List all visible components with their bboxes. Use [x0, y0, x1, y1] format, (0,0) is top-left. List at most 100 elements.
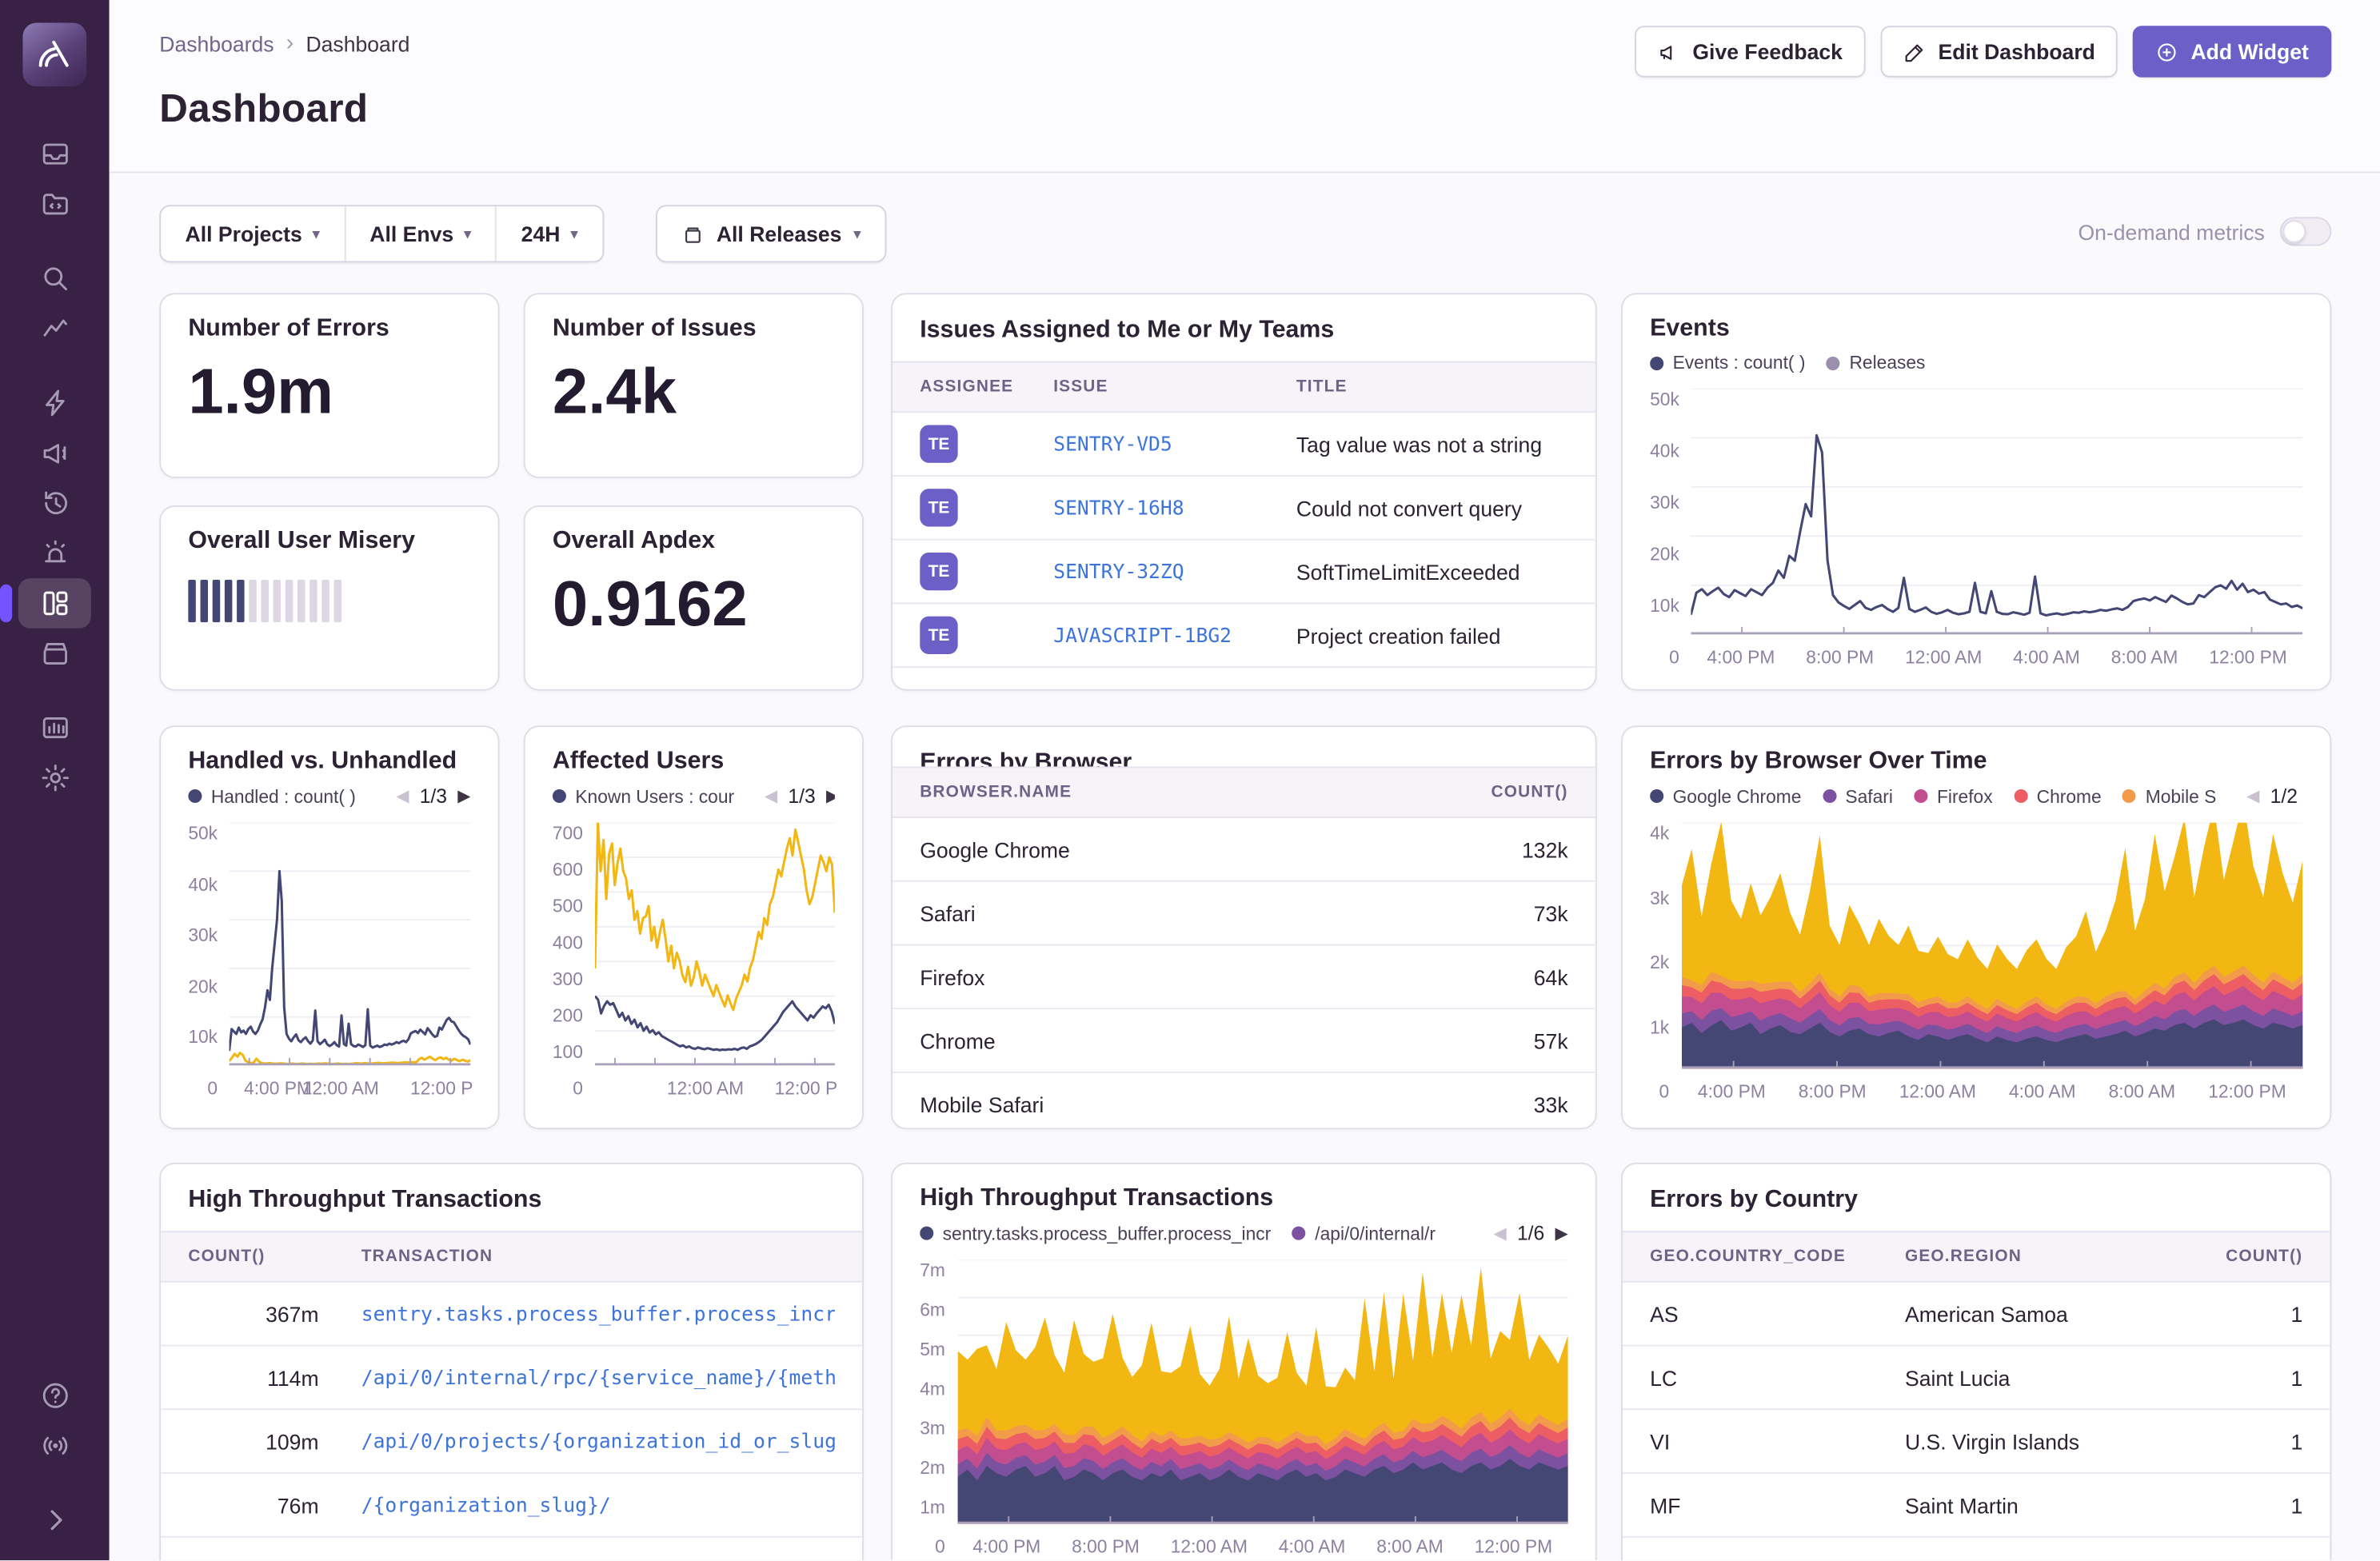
widget-high-throughput-table[interactable]: High Throughput Transactions COUNT()TRAN…: [159, 1163, 864, 1560]
widget-apdex[interactable]: Overall Apdex 0.9162: [524, 505, 864, 691]
add-widget-button[interactable]: Add Widget: [2133, 26, 2331, 78]
avatar[interactable]: TE: [920, 425, 957, 462]
widget-grid: Number of Errors 1.9m Number of Issues 2…: [110, 293, 2380, 1560]
breadcrumb-dashboards[interactable]: Dashboards: [159, 31, 274, 55]
chart-plot-area[interactable]: [957, 1260, 1568, 1523]
widget-errors-by-country[interactable]: Errors by Country GEO.COUNTRY_CODEGEO.RE…: [1621, 1163, 2331, 1560]
sidebar-item-replays[interactable]: [18, 478, 91, 529]
events-chart[interactable]: 50k40k30k20k10k04:00 PM8:00 PM12:00 AM4:…: [1650, 389, 2302, 668]
table-row: TESENTRY-VD5Tag value was not a string: [892, 413, 1595, 477]
pager-prev-button[interactable]: ◀: [396, 786, 409, 806]
sentry-logo[interactable]: [22, 22, 86, 86]
chart-plot-area[interactable]: [230, 823, 470, 1066]
high-throughput-legend: sentry.tasks.process_buffer.process_incr…: [920, 1222, 1567, 1244]
sidebar-item-settings[interactable]: [18, 753, 91, 803]
widget-title: Errors by Country: [1623, 1164, 2330, 1232]
pager-prev-button[interactable]: ◀: [2246, 786, 2259, 806]
pager-prev-button[interactable]: ◀: [765, 786, 777, 806]
column-header[interactable]: TITLE: [1296, 378, 1568, 397]
legend-dot-icon: [188, 789, 202, 803]
chart-plot-area[interactable]: [1681, 823, 2302, 1068]
widget-number-of-errors[interactable]: Number of Errors 1.9m: [159, 293, 499, 478]
high-throughput-chart[interactable]: 7m6m5m4m3m2m1m04:00 PM8:00 PM12:00 AM4:0…: [920, 1260, 1567, 1557]
avatar[interactable]: TE: [920, 553, 957, 590]
column-header[interactable]: COUNT(): [2206, 1248, 2302, 1266]
give-feedback-button[interactable]: Give Feedback: [1635, 26, 1865, 78]
siren-icon: [38, 537, 70, 569]
widget-user-misery[interactable]: Overall User Misery: [159, 505, 499, 691]
table-link[interactable]: /api/0/internal/rpc/{service_name}/{meth…: [361, 1367, 835, 1390]
avatar[interactable]: TE: [920, 617, 957, 654]
widget-number-of-issues[interactable]: Number of Issues 2.4k: [524, 293, 864, 478]
sidebar-item-dashboards[interactable]: [18, 578, 91, 629]
legend-item[interactable]: Safari: [1823, 785, 1893, 807]
affected-users-chart[interactable]: 700600500400300200100012:00 AM12:00 P: [553, 823, 835, 1099]
handled-chart[interactable]: 50k40k30k20k10k04:00 PM12:00 AM12:00 P: [188, 823, 470, 1099]
browser-over-time-chart[interactable]: 4k3k2k1k04:00 PM8:00 PM12:00 AM4:00 AM8:…: [1650, 823, 2302, 1102]
sidebar-item-metrics[interactable]: [18, 304, 91, 354]
pager-next-button[interactable]: ▶: [1555, 1224, 1568, 1244]
sidebar-item-broadcasts[interactable]: [18, 1421, 91, 1471]
column-header[interactable]: TRANSACTION: [361, 1248, 835, 1266]
sidebar-item-performance[interactable]: [18, 378, 91, 429]
sidebar-item-projects[interactable]: [18, 179, 91, 230]
column-header[interactable]: GEO.REGION: [1905, 1248, 2206, 1266]
legend-item[interactable]: sentry.tasks.process_buffer.process_incr: [920, 1223, 1271, 1244]
table-link[interactable]: SENTRY-32ZQ: [1053, 561, 1184, 584]
assignee-cell: TE: [920, 425, 1053, 462]
chart-plot-area[interactable]: [595, 823, 835, 1066]
widget-handled-vs-unhandled[interactable]: Handled vs. Unhandled Handled : count( )…: [159, 725, 499, 1129]
table-link[interactable]: SENTRY-16H8: [1053, 498, 1184, 521]
sidebar-item-issues[interactable]: [18, 129, 91, 179]
column-header[interactable]: COUNT(): [1432, 783, 1568, 801]
table-link[interactable]: sentry.tasks.process_buffer.process_incr: [361, 1303, 835, 1326]
column-header[interactable]: COUNT(): [188, 1248, 318, 1266]
legend-item[interactable]: Known Users : cour: [553, 785, 734, 807]
sidebar-item-alerts[interactable]: [18, 529, 91, 579]
column-header[interactable]: ISSUE: [1053, 378, 1296, 397]
sidebar-item-help[interactable]: [18, 1371, 91, 1421]
column-header[interactable]: ASSIGNEE: [920, 378, 1053, 397]
line-series-1: [230, 1053, 471, 1064]
pager-next-button[interactable]: ▶: [457, 786, 470, 806]
widget-affected-users[interactable]: Affected Users Known Users : cour◀1/3▶ 7…: [524, 725, 864, 1129]
project-filter[interactable]: All Projects▾: [161, 206, 345, 261]
legend-item[interactable]: /api/0/internal/r: [1292, 1223, 1436, 1244]
pager-next-button[interactable]: ▶: [826, 786, 835, 806]
legend-item[interactable]: Chrome: [2014, 785, 2101, 807]
legend-item[interactable]: Mobile S: [2122, 785, 2216, 807]
table-row: LCSaint Lucia1: [1623, 1347, 2330, 1411]
text-cell: VI: [1650, 1429, 1905, 1453]
chart-plot-area[interactable]: [1691, 389, 2302, 634]
table-link[interactable]: SENTRY-VD5: [1053, 434, 1172, 457]
ondemand-metrics-toggle[interactable]: [2280, 217, 2332, 246]
widget-events[interactable]: Events Events : count( )Releases 50k40k3…: [1621, 293, 2331, 690]
sidebar-item-search[interactable]: [18, 254, 91, 304]
widget-issues-assigned[interactable]: Issues Assigned to Me or My Teams ASSIGN…: [891, 293, 1597, 690]
widget-errors-by-browser[interactable]: Errors by Browser BROWSER.NAMECOUNT()Goo…: [891, 725, 1597, 1129]
legend-label: Releases: [1849, 352, 1925, 373]
sidebar-item-stats[interactable]: [18, 703, 91, 753]
pager-prev-button[interactable]: ◀: [1494, 1224, 1507, 1244]
widget-high-throughput-chart[interactable]: High Throughput Transactions sentry.task…: [891, 1163, 1597, 1560]
column-header[interactable]: BROWSER.NAME: [920, 783, 1432, 801]
legend-item[interactable]: Google Chrome: [1650, 785, 1801, 807]
legend-item[interactable]: Events : count( ): [1650, 352, 1805, 373]
table-link[interactable]: JAVASCRIPT-1BG2: [1053, 625, 1232, 648]
table-link[interactable]: /api/0/projects/{organization_id_or_slug…: [361, 1431, 835, 1454]
text-cell: 73k: [1432, 900, 1568, 924]
column-header[interactable]: GEO.COUNTRY_CODE: [1650, 1248, 1905, 1266]
legend-item[interactable]: Releases: [1827, 352, 1925, 373]
sidebar-collapse-button[interactable]: [18, 1495, 91, 1546]
date-range-filter[interactable]: 24H▾: [497, 206, 601, 261]
legend-item[interactable]: Handled : count( ): [188, 785, 356, 807]
avatar[interactable]: TE: [920, 489, 957, 526]
table-link[interactable]: /{organization_slug}/: [361, 1495, 611, 1518]
environment-filter[interactable]: All Envs▾: [345, 206, 497, 261]
edit-dashboard-button[interactable]: Edit Dashboard: [1880, 26, 2118, 78]
widget-errors-by-browser-over-time[interactable]: Errors by Browser Over Time Google Chrom…: [1621, 725, 2331, 1129]
sidebar-item-releases[interactable]: [18, 629, 91, 679]
releases-filter[interactable]: All Releases ▾: [656, 205, 887, 262]
sidebar-item-feedback[interactable]: [18, 428, 91, 478]
legend-item[interactable]: Firefox: [1915, 785, 1993, 807]
